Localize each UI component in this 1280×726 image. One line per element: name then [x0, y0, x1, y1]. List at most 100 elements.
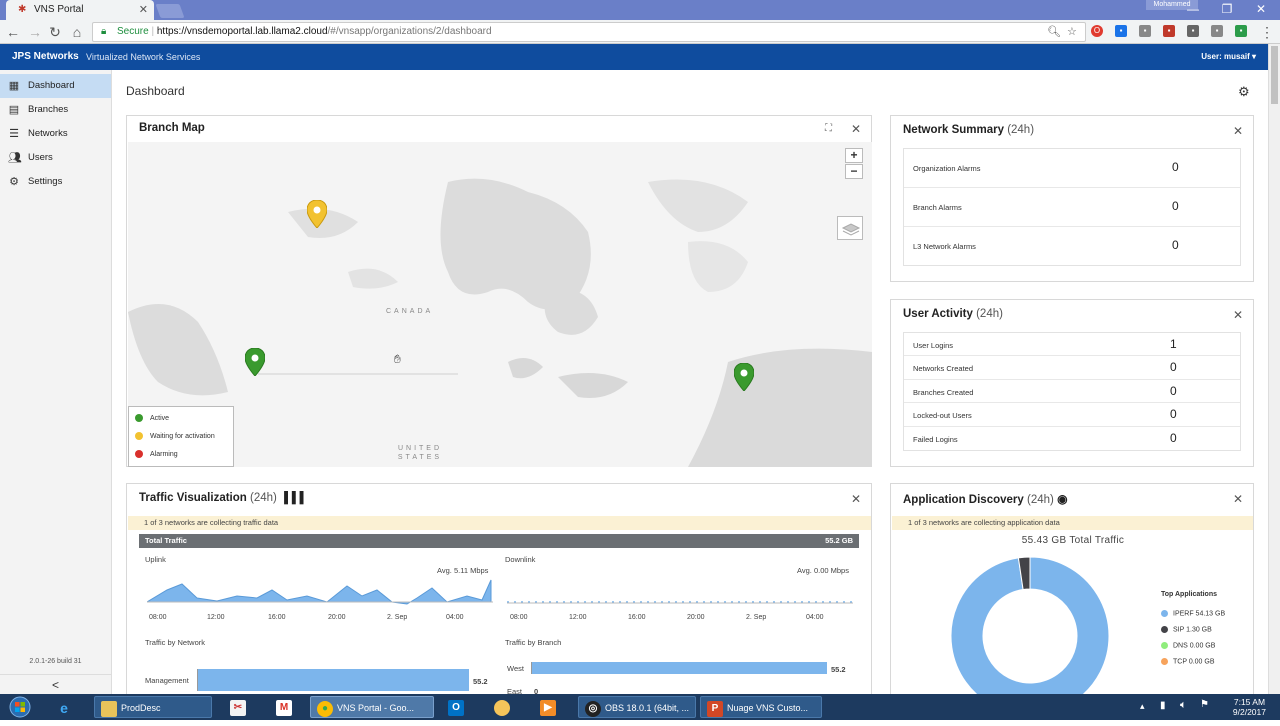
expand-icon[interactable]: ⛶	[825, 123, 832, 134]
sidebar-item-networks[interactable]: ☰ Networks	[0, 122, 111, 146]
extension-icon[interactable]: ▪	[1115, 25, 1127, 37]
minimize-button[interactable]: —	[1176, 0, 1210, 18]
map-marker-active[interactable]	[245, 348, 265, 376]
map-label-canada: CANADA	[386, 308, 434, 315]
network-icon: ☰	[9, 128, 19, 140]
back-button[interactable]: ←	[4, 23, 22, 41]
close-icon[interactable]: ✕	[1233, 124, 1243, 138]
legend-marker	[1161, 658, 1168, 665]
taskbar-item-folder[interactable]: ProdDesc	[94, 696, 212, 718]
extension-icon[interactable]: ▪	[1163, 25, 1175, 37]
zoom-icon[interactable]: 🔍︎	[1047, 23, 1061, 41]
sidebar-item-users[interactable]: 👥︎ Users	[0, 146, 111, 170]
sidebar-item-settings[interactable]: ⚙ Settings	[0, 170, 111, 194]
network-tray-icon[interactable]: ▮	[1160, 700, 1166, 711]
sidebar: ▦ Dashboard ▤ Branches ☰ Networks 👥︎ Use…	[0, 70, 112, 694]
application-discovery-card: Application Discovery (24h) ◉ ✕ 1 of 3 n…	[890, 483, 1254, 695]
menu-icon[interactable]: ⋮	[1258, 23, 1276, 41]
tray-arrow-icon[interactable]: ▴	[1140, 701, 1145, 712]
downlink-area-chart	[507, 601, 853, 604]
traffic-by-network-label: Traffic by Network	[145, 638, 206, 647]
layers-button[interactable]	[837, 216, 863, 240]
taskbar-item-obs[interactable]: ◎ OBS 18.0.1 (64bit, ...	[578, 696, 696, 718]
legend-marker	[135, 450, 143, 458]
flag-icon[interactable]: ⚑	[1200, 699, 1209, 710]
scrollbar-thumb[interactable]	[1271, 46, 1278, 104]
legend-marker	[1161, 642, 1168, 649]
lock-icon: 🔒︎	[101, 26, 107, 37]
bookmark-star-icon[interactable]: ☆	[1067, 23, 1077, 41]
time-tick: 2. Sep	[387, 614, 408, 621]
close-icon[interactable]: ✕	[1233, 492, 1243, 506]
extension-icon[interactable]: ▪	[1187, 25, 1199, 37]
map-canvas[interactable]: CANADA UNITED STATES ✋︎ + − Active Waiti…	[128, 142, 872, 467]
table-row: L3 Network Alarms 0	[913, 238, 1179, 252]
tab-strip: ✱ VNS Portal ✕ Mohammed — ❐ ✕	[0, 0, 1280, 20]
close-icon[interactable]: ✕	[851, 122, 861, 136]
legend-item-waiting: Waiting for activation	[135, 432, 215, 440]
system-clock[interactable]: 7:15 AM 9/2/2017	[1233, 697, 1266, 717]
legend-item-iperf[interactable]: IPERF 54.13 GB	[1161, 610, 1225, 617]
zoom-out-button[interactable]: −	[845, 164, 863, 179]
map-marker-active[interactable]	[734, 363, 754, 391]
legend-item-tcp[interactable]: TCP 0.00 GB	[1161, 658, 1215, 665]
map-marker-waiting[interactable]	[307, 200, 327, 228]
collapse-sidebar-button[interactable]: <	[0, 674, 111, 694]
snipping-tool-icon[interactable]: ✂	[224, 696, 252, 718]
opera-extension-icon[interactable]: O	[1091, 25, 1103, 37]
paint-icon[interactable]	[488, 696, 516, 718]
map-land-svg	[128, 142, 872, 467]
clock-date: 9/2/2017	[1232, 707, 1266, 717]
sidebar-item-label: Networks	[28, 128, 68, 139]
close-window-button[interactable]: ✕	[1244, 0, 1278, 18]
taskbar-item-chrome[interactable]: ● VNS Portal - Goo...	[310, 696, 434, 718]
map-label-united-states: UNITED STATES	[397, 445, 443, 461]
gmail-icon[interactable]: M	[270, 696, 298, 718]
close-icon[interactable]: ✕	[851, 492, 861, 506]
legend-item-dns[interactable]: DNS 0.00 GB	[1161, 642, 1215, 649]
network-traffic-value: 55.2	[473, 677, 488, 686]
clock-time: 7:15 AM	[1233, 697, 1266, 707]
uplink-area-chart	[147, 579, 493, 605]
time-tick: 08:00	[510, 614, 528, 621]
extension-icon[interactable]: ▪	[1235, 25, 1247, 37]
forward-button[interactable]: →	[26, 23, 44, 41]
sidebar-item-dashboard[interactable]: ▦ Dashboard	[0, 74, 111, 98]
start-button[interactable]	[4, 696, 36, 718]
user-activity-table: User Logins 1 Networks Created 0 Branches …	[903, 332, 1241, 451]
users-icon: 👥︎	[8, 152, 22, 164]
discovery-icon: ◉	[1057, 492, 1068, 506]
building-icon: ▤	[8, 104, 20, 116]
reload-button[interactable]: ↻	[46, 23, 64, 41]
extension-icon[interactable]: ▪	[1139, 25, 1151, 37]
dashboard-settings-icon[interactable]: ⚙	[1238, 84, 1250, 100]
page-scrollbar[interactable]	[1268, 44, 1280, 694]
legend-item-sip[interactable]: SIP 1.30 GB	[1161, 626, 1212, 633]
taskbar-item-powerpoint[interactable]: P Nuage VNS Custo...	[700, 696, 822, 718]
time-tick: 12:00	[207, 614, 225, 621]
outlook-icon[interactable]: O	[442, 696, 470, 718]
maximize-button[interactable]: ❐	[1210, 0, 1244, 18]
close-icon[interactable]: ✕	[1233, 308, 1243, 322]
user-activity-title: User Activity (24h)	[903, 308, 1003, 320]
address-bar[interactable]: 🔒︎ Secure | https://vnsdemoportal.lab.ll…	[92, 22, 1086, 42]
internet-explorer-icon[interactable]: e	[50, 696, 82, 718]
sidebar-item-branches[interactable]: ▤ Branches	[0, 98, 111, 122]
taskbar: e ProdDesc ✂ M ● VNS Portal - Goo... O ▶ …	[0, 694, 1280, 720]
zoom-in-button[interactable]: +	[845, 148, 863, 163]
branch-category-label: West	[507, 664, 524, 673]
home-button[interactable]: ⌂	[68, 23, 86, 41]
time-tick: 16:00	[268, 614, 286, 621]
user-menu[interactable]: User: musaif ▾	[1201, 52, 1256, 61]
close-tab-icon[interactable]: ✕	[139, 3, 148, 16]
media-player-icon[interactable]: ▶	[534, 696, 562, 718]
time-tick: 20:00	[328, 614, 346, 621]
brand-name: JPS Networks	[12, 51, 79, 62]
new-tab-button[interactable]	[155, 4, 185, 18]
app-notice: 1 of 3 networks are collecting applicati…	[892, 516, 1253, 530]
network-category-label: Management	[145, 676, 189, 685]
browser-tab[interactable]: ✱ VNS Portal ✕	[6, 0, 154, 20]
volume-icon[interactable]: 🔈︎	[1180, 699, 1187, 712]
application-discovery-title: Application Discovery (24h) ◉	[903, 492, 1068, 506]
extension-icon[interactable]: ▪	[1211, 25, 1223, 37]
